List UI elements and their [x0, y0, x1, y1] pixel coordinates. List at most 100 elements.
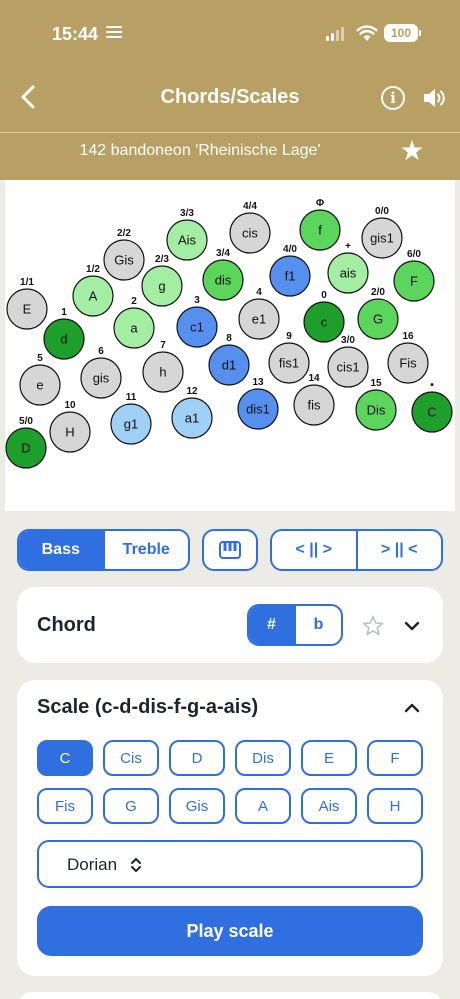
key-button-Gis[interactable]: Gis 2/2: [103, 228, 145, 281]
key-button-f1[interactable]: f1 4/0: [269, 244, 311, 297]
key-button-c1[interactable]: c1 3: [176, 295, 218, 348]
key-note-label: H: [65, 425, 74, 440]
key-button-e1[interactable]: e1 4: [238, 287, 280, 340]
key-number-label: 6/0: [407, 249, 421, 260]
scale-root-A[interactable]: A: [235, 788, 291, 824]
key-note-label: c: [321, 315, 328, 330]
speaker-icon[interactable]: [422, 86, 448, 110]
star-outline-icon[interactable]: [362, 615, 384, 637]
key-button-e[interactable]: e5: [19, 353, 61, 406]
scale-root-C[interactable]: C: [37, 740, 93, 776]
info-button[interactable]: i: [381, 86, 405, 110]
focus-list-icon: [106, 26, 122, 40]
scale-card: Scale (c-d-dis-f-g-a-ais) C Cis D Dis E F Fis G…: [17, 680, 443, 976]
key-note-label: C: [427, 405, 436, 420]
key-button-gis1[interactable]: gis1 0/0: [361, 206, 403, 259]
favorite-instrument-button[interactable]: ★: [397, 136, 427, 166]
key-button-gis[interactable]: gis 6: [80, 346, 122, 399]
key-number-label: 3/3: [180, 208, 194, 219]
status-time: 15:44: [52, 24, 99, 44]
scale-root-F[interactable]: F: [367, 740, 423, 776]
scale-root-G[interactable]: G: [103, 788, 159, 824]
scale-root-Ais[interactable]: Ais: [301, 788, 357, 824]
key-button-dis1[interactable]: dis1 13: [237, 377, 279, 430]
key-button-Ais[interactable]: Ais 3/3: [166, 208, 208, 261]
scale-mode-select[interactable]: Dorian: [37, 840, 423, 888]
back-button[interactable]: [14, 82, 44, 112]
piano-keyboard-button[interactable]: [202, 529, 258, 571]
chord-card: Chord # b: [17, 587, 443, 663]
key-button-Dis[interactable]: Dis 15: [355, 378, 397, 431]
key-button-h[interactable]: h7: [142, 340, 184, 393]
page-title: Chords/Scales: [160, 86, 300, 108]
key-note-label: e: [36, 378, 43, 393]
key-button-C[interactable]: C•: [411, 380, 453, 433]
key-button-a[interactable]: a2: [113, 296, 155, 349]
key-number-label: 13: [252, 377, 264, 388]
key-number-label: Φ: [316, 198, 324, 209]
nav-bar: Chords/Scales i: [0, 70, 460, 126]
push-direction-tab[interactable]: < || >: [272, 531, 356, 569]
key-button-a1[interactable]: a1 12: [171, 386, 213, 439]
key-button-ais[interactable]: ais +: [327, 241, 369, 294]
key-number-label: 4/4: [243, 201, 257, 212]
key-button-A[interactable]: A 1/2: [72, 264, 114, 317]
key-number-label: 2/3: [155, 254, 169, 265]
cellular-signal-icon: [326, 27, 346, 41]
scale-root-Cis[interactable]: Cis: [103, 740, 159, 776]
pull-direction-tab[interactable]: > || <: [355, 531, 442, 569]
key-button-f[interactable]: fΦ: [299, 198, 341, 251]
key-number-label: 10: [64, 400, 76, 411]
key-number-label: 9: [286, 331, 292, 342]
key-note-label: cis1: [336, 360, 359, 375]
scale-root-D[interactable]: D: [169, 740, 225, 776]
key-button-g1[interactable]: g1 11: [110, 392, 152, 445]
side-toggle: Bass Treble: [17, 529, 190, 571]
key-number-label: 0: [321, 290, 327, 301]
key-note-label: fis: [308, 398, 322, 413]
key-note-label: f: [318, 223, 322, 238]
key-note-label: d1: [222, 358, 236, 373]
key-note-label: dis: [215, 273, 232, 288]
piano-icon: [219, 541, 241, 559]
sharp-tab[interactable]: #: [249, 606, 294, 644]
key-button-g[interactable]: g 2/3: [141, 254, 183, 307]
key-note-label: a1: [185, 411, 199, 426]
scale-root-Dis[interactable]: Dis: [235, 740, 291, 776]
key-button-Fis[interactable]: Fis 16: [387, 331, 429, 384]
chevron-up-icon[interactable]: [401, 697, 423, 719]
key-button-E[interactable]: E 1/1: [6, 277, 48, 330]
key-button-D[interactable]: D 5/0: [5, 416, 47, 469]
key-number-label: +: [345, 241, 351, 252]
play-scale-button[interactable]: Play scale: [37, 906, 423, 956]
key-number-label: 7: [160, 340, 166, 351]
chevron-down-icon[interactable]: [401, 615, 423, 637]
key-button-F[interactable]: F 6/0: [393, 249, 435, 302]
bass-tab[interactable]: Bass: [19, 531, 103, 569]
scale-root-H[interactable]: H: [367, 788, 423, 824]
key-button-G[interactable]: G 2/0: [357, 287, 399, 340]
flat-tab[interactable]: b: [294, 606, 341, 644]
key-button-dis[interactable]: dis 3/4: [202, 248, 244, 301]
key-button-c[interactable]: c0: [303, 290, 345, 343]
header-divider: [0, 132, 460, 133]
key-button-fis[interactable]: fis 14: [293, 373, 335, 426]
key-button-d1[interactable]: d1 8: [208, 333, 250, 386]
key-note-label: Dis: [367, 403, 386, 418]
scale-root-E[interactable]: E: [301, 740, 357, 776]
treble-tab[interactable]: Treble: [102, 531, 189, 569]
key-button-d[interactable]: d1: [43, 307, 85, 360]
key-button-fis1[interactable]: fis1 9: [268, 331, 310, 384]
key-note-label: c1: [190, 320, 204, 335]
scale-root-Gis[interactable]: Gis: [169, 788, 225, 824]
status-bar: 15:44 100: [0, 18, 460, 50]
key-button-cis1[interactable]: cis1 3/0: [327, 335, 369, 388]
scale-root-Fis[interactable]: Fis: [37, 788, 93, 824]
key-number-label: 5: [37, 353, 43, 364]
key-note-label: E: [23, 302, 32, 317]
key-note-label: F: [410, 274, 418, 289]
key-number-label: •: [430, 380, 434, 391]
key-button-H[interactable]: H 10: [49, 400, 91, 453]
key-button-cis[interactable]: cis 4/4: [229, 201, 271, 254]
key-number-label: 1/2: [86, 264, 100, 275]
